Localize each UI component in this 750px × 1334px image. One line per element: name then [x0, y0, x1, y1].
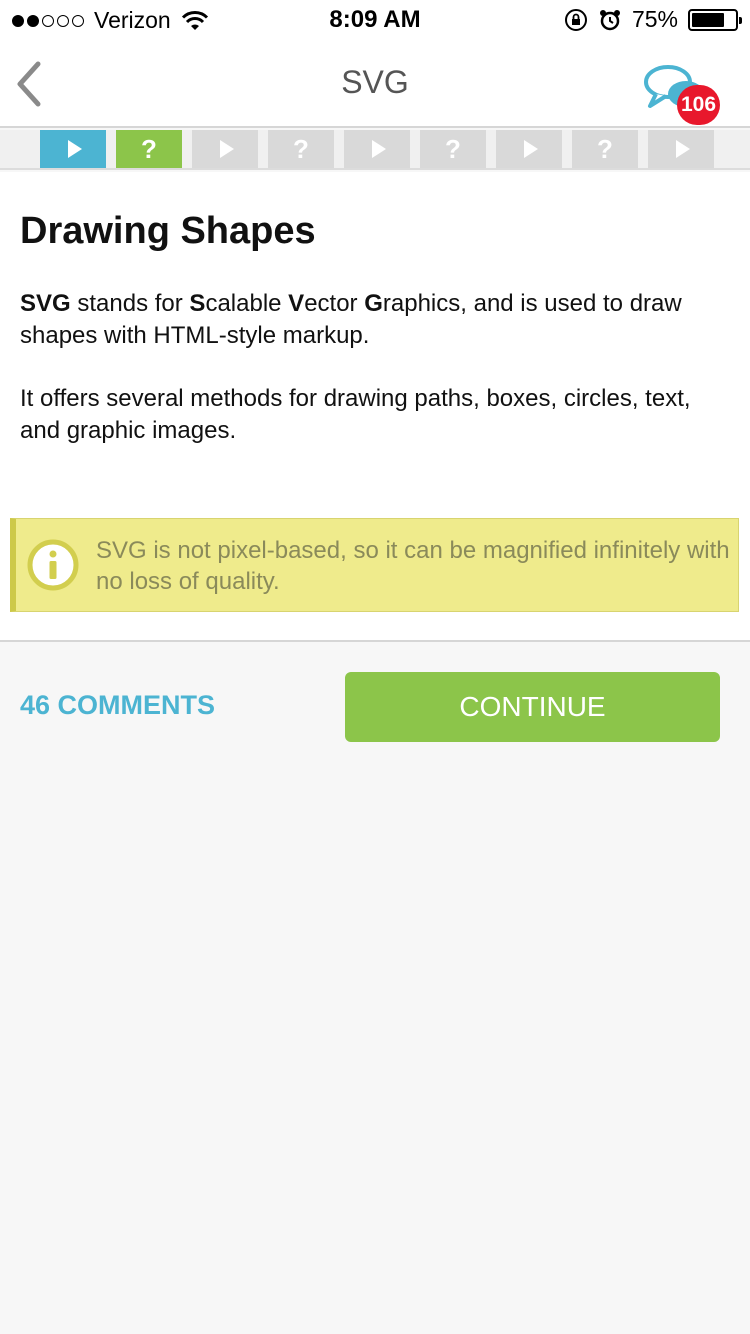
info-note: SVG is not pixel-based, so it can be mag… [10, 518, 739, 612]
step-lesson-button[interactable] [192, 130, 258, 168]
lesson-paragraph: SVG stands for Scalable Vector Graphics,… [20, 288, 735, 352]
step-lesson-button[interactable] [40, 130, 106, 168]
step-lesson-button[interactable] [648, 130, 714, 168]
status-bar: Verizon 8:09 AM 75% [0, 0, 750, 40]
lesson-progress-steps: ???? [0, 130, 750, 170]
continue-button[interactable]: CONTINUE [345, 672, 720, 742]
comments-link[interactable]: 46 COMMENTS [20, 690, 215, 721]
step-quiz-button[interactable]: ? [268, 130, 334, 168]
alarm-icon [599, 9, 620, 30]
page-title: SVG [341, 64, 409, 100]
battery-fill [692, 12, 724, 27]
info-icon [27, 539, 79, 591]
body-text: stands for [70, 290, 190, 317]
bold-text: G [364, 290, 383, 317]
body-text: ector [304, 290, 365, 317]
bold-text: SVG [20, 290, 71, 317]
body-text: calable [205, 290, 289, 317]
notification-badge: 106 [677, 85, 721, 125]
step-lesson-button[interactable] [344, 130, 410, 168]
lesson-title: Drawing Shapes [20, 210, 316, 252]
step-lesson-button[interactable] [496, 130, 562, 168]
status-right: 75% [564, 6, 742, 33]
nav-bar: SVG 106 [0, 40, 750, 128]
bold-text: V [288, 290, 305, 317]
info-note-text: SVG is not pixel-based, so it can be mag… [96, 537, 730, 595]
battery-icon [688, 8, 742, 31]
rotation-lock-icon [564, 8, 587, 31]
lesson-card: Drawing Shapes SVG stands for Scalable V… [0, 172, 750, 642]
step-quiz-button[interactable]: ? [572, 130, 638, 168]
step-quiz-button[interactable]: ? [420, 130, 486, 168]
lesson-paragraph: It offers several methods for drawing pa… [20, 385, 691, 444]
battery-percent: 75% [631, 6, 678, 32]
step-quiz-button[interactable]: ? [116, 130, 182, 168]
bold-text: S [189, 290, 206, 317]
